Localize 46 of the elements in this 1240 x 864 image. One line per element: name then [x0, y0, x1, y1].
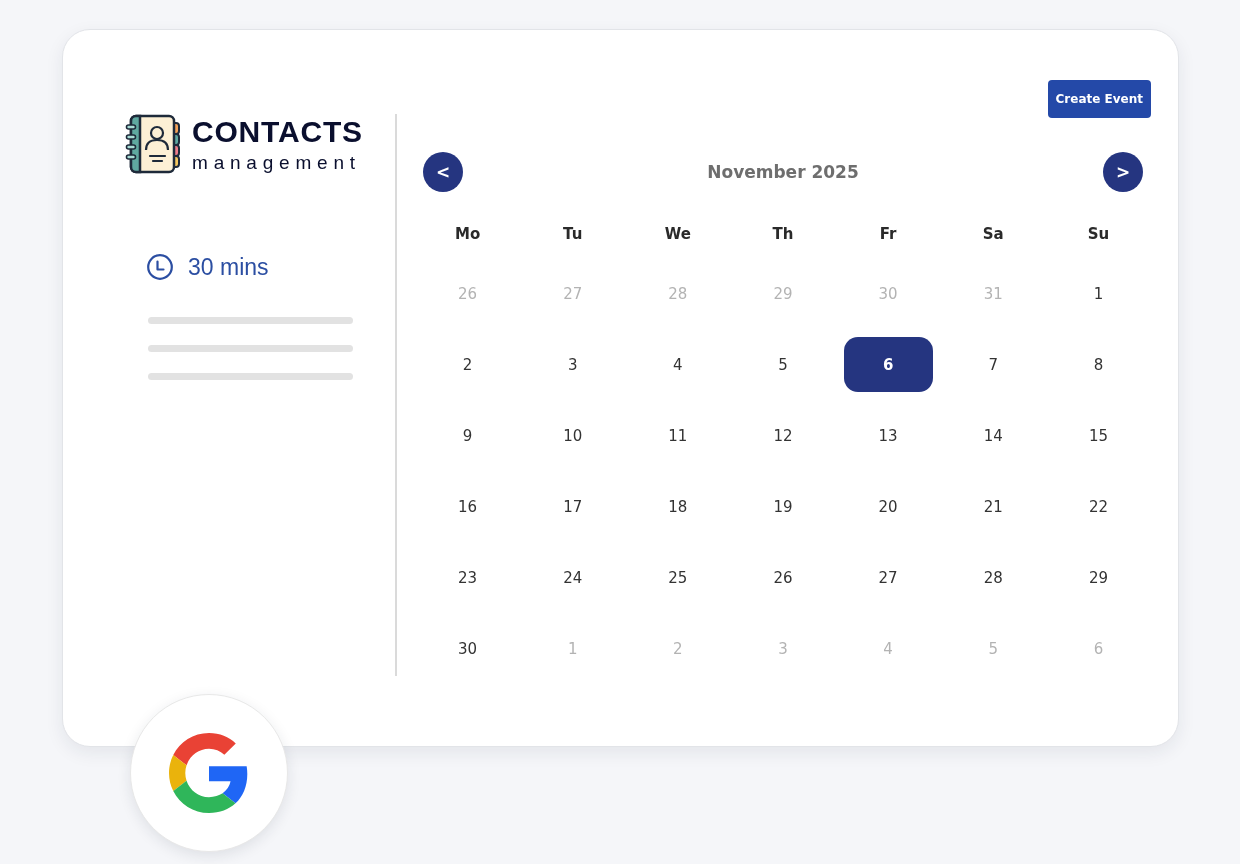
weekday-label: Sa	[982, 225, 1004, 243]
calendar-day[interactable]: 18	[633, 479, 723, 534]
calendar-day[interactable]: 15	[1053, 408, 1143, 463]
address-book-icon	[125, 114, 181, 174]
calendar-day[interactable]: 4	[633, 337, 723, 392]
calendar-day[interactable]: 9	[423, 408, 513, 463]
duration-text: 30 mins	[188, 254, 269, 280]
calendar-day[interactable]: 20	[843, 479, 933, 534]
weekday-label: Tu	[563, 225, 583, 243]
calendar-day[interactable]: 1	[1053, 266, 1143, 321]
calendar-day[interactable]: 11	[633, 408, 723, 463]
calendar-day[interactable]: 10	[528, 408, 618, 463]
calendar-day[interactable]: 14	[948, 408, 1038, 463]
calendar-day[interactable]: 8	[1053, 337, 1143, 392]
calendar-day[interactable]: 22	[1053, 479, 1143, 534]
month-title: November 2025	[707, 162, 859, 182]
weekday-label: We	[664, 225, 691, 243]
calendar-day[interactable]: 6	[843, 337, 933, 392]
previous-month-button[interactable]: <	[423, 152, 463, 192]
calendar-day[interactable]: 16	[423, 479, 513, 534]
calendar-day[interactable]: 27	[843, 550, 933, 605]
calendar-day[interactable]: 13	[843, 408, 933, 463]
calendar-day[interactable]: 21	[948, 479, 1038, 534]
calendar-day[interactable]: 12	[738, 408, 828, 463]
calendar-day[interactable]: 17	[528, 479, 618, 534]
calendar-day[interactable]: 30	[423, 621, 513, 676]
clock-icon	[147, 254, 173, 280]
calendar-day[interactable]: 3	[528, 337, 618, 392]
calendar-day[interactable]: 25	[633, 550, 723, 605]
calendar-day[interactable]: 29	[1053, 550, 1143, 605]
weekday-label: Mo	[454, 225, 481, 243]
brand-tagline: management	[192, 152, 362, 172]
calendar-day[interactable]: 28	[948, 550, 1038, 605]
calendar-day[interactable]: 26	[738, 550, 828, 605]
next-month-button[interactable]: >	[1103, 152, 1143, 192]
calendar-day[interactable]: 5	[738, 337, 828, 392]
calendar-day[interactable]: 23	[423, 550, 513, 605]
create-event-button[interactable]: Create Event	[1047, 80, 1151, 118]
weekday-label: Th	[772, 225, 794, 243]
calendar-day[interactable]: 7	[948, 337, 1038, 392]
calendar-day[interactable]: 24	[528, 550, 618, 605]
weekday-label: Fr	[879, 225, 897, 243]
calendar-day[interactable]: 2	[423, 337, 513, 392]
calendar-day[interactable]: 19	[738, 479, 828, 534]
weekday-label: Su	[1087, 225, 1110, 243]
brand-name: CONTACTS	[192, 116, 363, 147]
